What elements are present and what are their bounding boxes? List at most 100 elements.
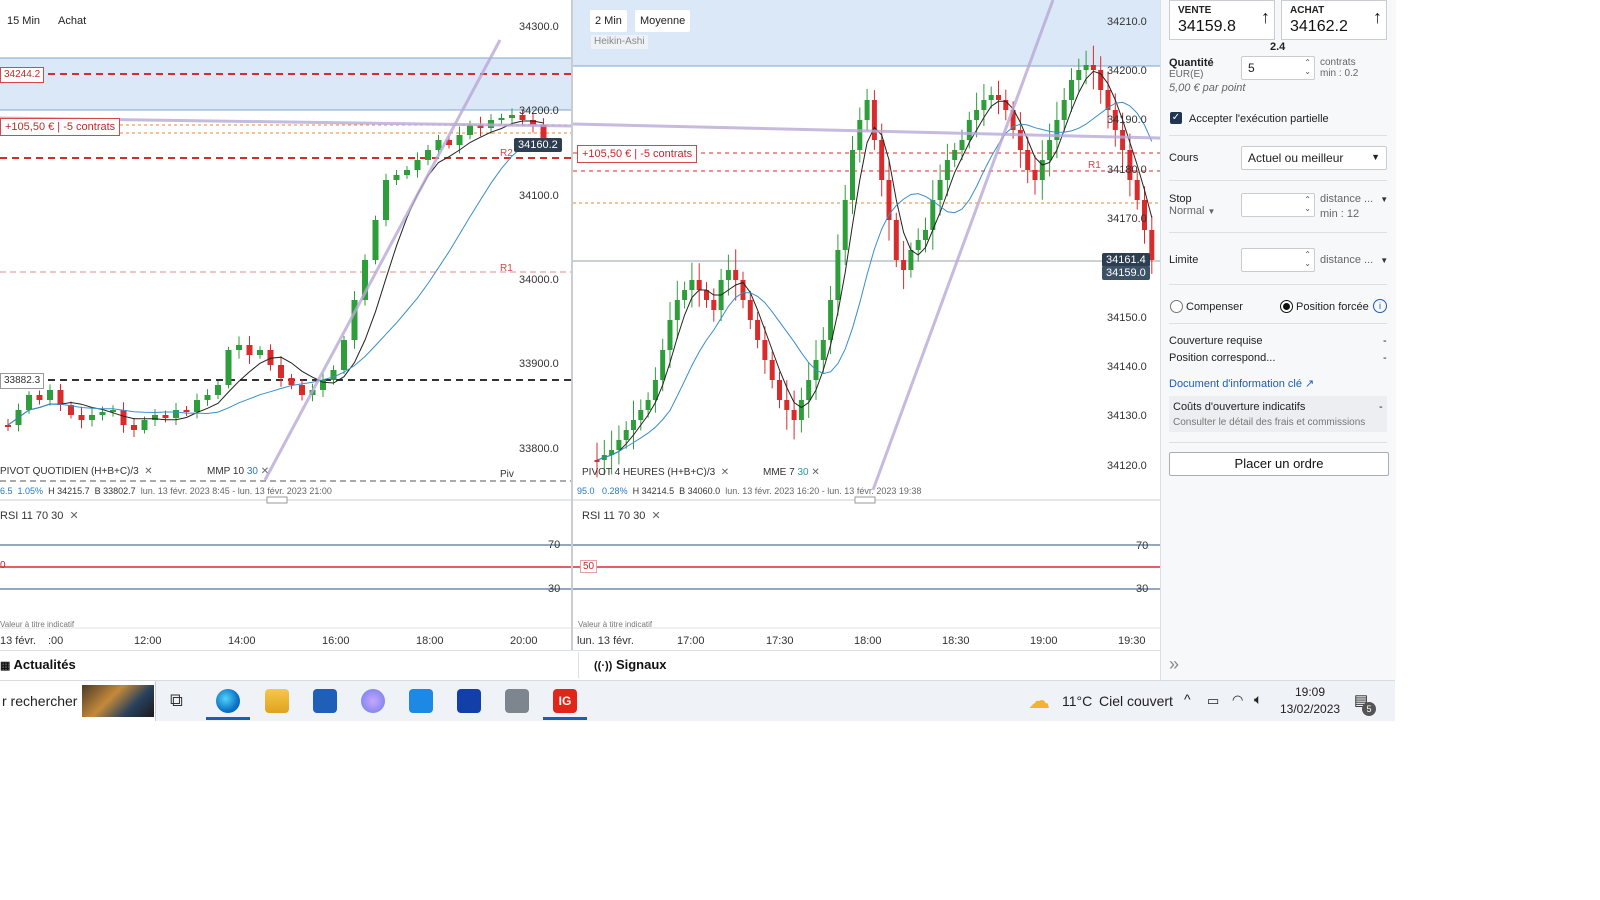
candle-body (733, 270, 739, 280)
candle-body (937, 180, 943, 200)
right-position-tag[interactable]: +105,50 € | -5 contrats (577, 145, 698, 163)
right-style-label[interactable]: Heikin-Ashi (591, 35, 648, 49)
candle-body (798, 400, 804, 420)
search-highlight-image (82, 685, 154, 717)
left-chart-panel[interactable]: 15 Min Achat 34244.2 33882.3 +105,50 € |… (0, 0, 572, 650)
ig-app-icon[interactable]: IG (553, 689, 577, 713)
candle-body (267, 350, 274, 365)
candle-body (769, 360, 775, 380)
stepper-icon[interactable]: ⌃ ⌄ (1304, 195, 1311, 213)
left-tag-lower: 33882.3 (0, 373, 45, 389)
partial-checkbox[interactable]: ✓ (1170, 112, 1182, 124)
candle-body (173, 410, 179, 418)
left-position-tag[interactable]: +105,50 € | -5 contrats (0, 118, 121, 136)
edge-browser-icon[interactable] (216, 689, 240, 713)
cours-select[interactable]: Actuel ou meilleur ▼ (1241, 146, 1387, 170)
right-stats-high: H 34214.5 (632, 486, 675, 496)
compensate-radio[interactable] (1170, 300, 1183, 313)
trading-app-icon[interactable] (457, 689, 481, 713)
left-mode-button[interactable]: Achat (53, 10, 92, 32)
cours-value: Actuel ou meilleur (1248, 151, 1344, 165)
right-pivot-label: PIVOT 4 HEURES (H+B+C)/3 (582, 467, 716, 478)
stepper-icon[interactable]: ⌃ ⌄ (1304, 58, 1311, 76)
candle-body (660, 350, 666, 380)
buy-quote-button[interactable]: ACHAT 34162.2 ↑ (1281, 0, 1387, 40)
weather-temp[interactable]: 11°C (1062, 693, 1092, 709)
forced-radio[interactable] (1280, 300, 1293, 313)
stop-type-dropdown[interactable]: Normal ▼ (1169, 205, 1215, 217)
tab-signals[interactable]: ((·)) Signaux (594, 650, 667, 680)
mail-icon[interactable] (409, 689, 433, 713)
taskbar-search[interactable]: r rechercher (0, 681, 156, 721)
calculator-icon[interactable] (505, 689, 529, 713)
right-time-label: 18:30 (942, 635, 970, 647)
kid-document-link[interactable]: Document d'information clé ↗ (1169, 377, 1314, 390)
chevron-up-icon[interactable]: ^ (1184, 691, 1191, 707)
file-explorer-icon[interactable] (265, 689, 289, 713)
right-mode-button[interactable]: Moyenne (635, 10, 691, 32)
place-order-button[interactable]: Placer un ordre (1169, 452, 1389, 476)
left-pivot-legend[interactable]: PIVOT QUOTIDIEN (H+B+C)/3 ✕ (0, 466, 153, 477)
sell-quote-button[interactable]: VENTE 34159.8 ↑ (1169, 0, 1275, 40)
chevron-down-icon: ▼ (1380, 256, 1389, 265)
copilot-icon[interactable] (361, 689, 385, 713)
clock-time[interactable]: 19:09 (1295, 685, 1325, 699)
candle-body (594, 460, 600, 462)
left-timeframe-button[interactable]: 15 Min (2, 10, 46, 32)
right-price-level: 34120.0 (1107, 460, 1147, 472)
separator (1169, 135, 1387, 136)
close-icon[interactable]: ✕ (648, 510, 661, 522)
weather-desc[interactable]: Ciel couvert (1099, 693, 1173, 709)
volume-icon[interactable]: 🔈︎ (1254, 691, 1262, 708)
left-mm-legend[interactable]: MMP 10 30 ✕ (207, 466, 269, 477)
right-stats-range: lun. 13 févr. 2023 16:20 - lun. 13 févr.… (725, 486, 922, 496)
limit-distance-dropdown[interactable]: distance ... ▼ (1320, 254, 1388, 266)
stop-input[interactable]: ⌃ ⌄ (1241, 193, 1315, 217)
stop-distance-dropdown[interactable]: distance ... ▼ (1320, 193, 1388, 205)
right-timeframe-button[interactable]: 2 Min (590, 10, 627, 32)
battery-icon[interactable]: ▭ (1207, 693, 1219, 709)
task-view-icon[interactable]: ⧉ (170, 690, 183, 711)
close-icon[interactable]: ✕ (718, 467, 729, 478)
candle-body (341, 340, 347, 370)
store-icon[interactable] (313, 689, 337, 713)
limit-label: Limite (1169, 254, 1199, 266)
spread-value: 2.4 (1270, 41, 1286, 53)
left-rsi-legend[interactable]: RSI 11 70 30 ✕ (0, 509, 79, 522)
right-chart-canvas[interactable] (573, 0, 1160, 650)
clock-date[interactable]: 13/02/2023 (1280, 702, 1340, 716)
trend-line (871, 0, 1055, 491)
left-stats: 6.5 1.05% H 34215.7 B 33802.7 lun. 13 fé… (0, 486, 332, 496)
stepper-icon[interactable]: ⌃ ⌄ (1304, 250, 1311, 268)
left-stats-pct: 1.05% (17, 486, 44, 496)
candle-body (1032, 170, 1038, 180)
close-icon[interactable]: ✕ (261, 466, 269, 477)
left-time-label: 16:00 (322, 635, 350, 647)
wifi-icon[interactable]: ◠ (1232, 692, 1243, 708)
left-chart-canvas[interactable] (0, 0, 572, 650)
candle-body (974, 110, 980, 120)
close-icon[interactable]: ✕ (66, 510, 79, 522)
pane-resize-handle (854, 496, 876, 504)
info-icon[interactable]: i (1373, 299, 1387, 313)
costs-detail-link[interactable]: Consulter le détail des frais et commiss… (1173, 417, 1365, 428)
candle-body (5, 425, 11, 427)
right-mm-legend[interactable]: MME 7 30 ✕ (763, 467, 820, 478)
chevron-down-icon: ▼ (1380, 195, 1389, 204)
close-icon[interactable]: ✕ (142, 466, 152, 477)
collapse-icon[interactable]: » (1169, 654, 1179, 675)
left-rsi-50: 0 (0, 560, 6, 571)
tab-news[interactable]: ▦ Actualités (0, 650, 76, 680)
close-icon[interactable]: ✕ (811, 467, 819, 478)
right-rsi-legend[interactable]: RSI 11 70 30 ✕ (582, 509, 661, 522)
limit-input[interactable]: ⌃ ⌄ (1241, 248, 1315, 272)
candle-body (131, 425, 137, 430)
quantity-input[interactable]: 5 ⌃ ⌄ (1241, 56, 1315, 80)
right-pivot-legend[interactable]: PIVOT 4 HEURES (H+B+C)/3 ✕ (582, 467, 729, 478)
candle-body (667, 320, 673, 350)
right-rsi-label: RSI 11 70 30 (582, 510, 646, 522)
right-chart-panel[interactable]: 2 Min Moyenne Heikin-Ashi +105,50 € | -5… (573, 0, 1160, 650)
candle-body (631, 420, 636, 430)
weather-cloud-icon[interactable]: ☁ (1028, 688, 1050, 714)
left-rsi-70: 70 (548, 539, 561, 551)
